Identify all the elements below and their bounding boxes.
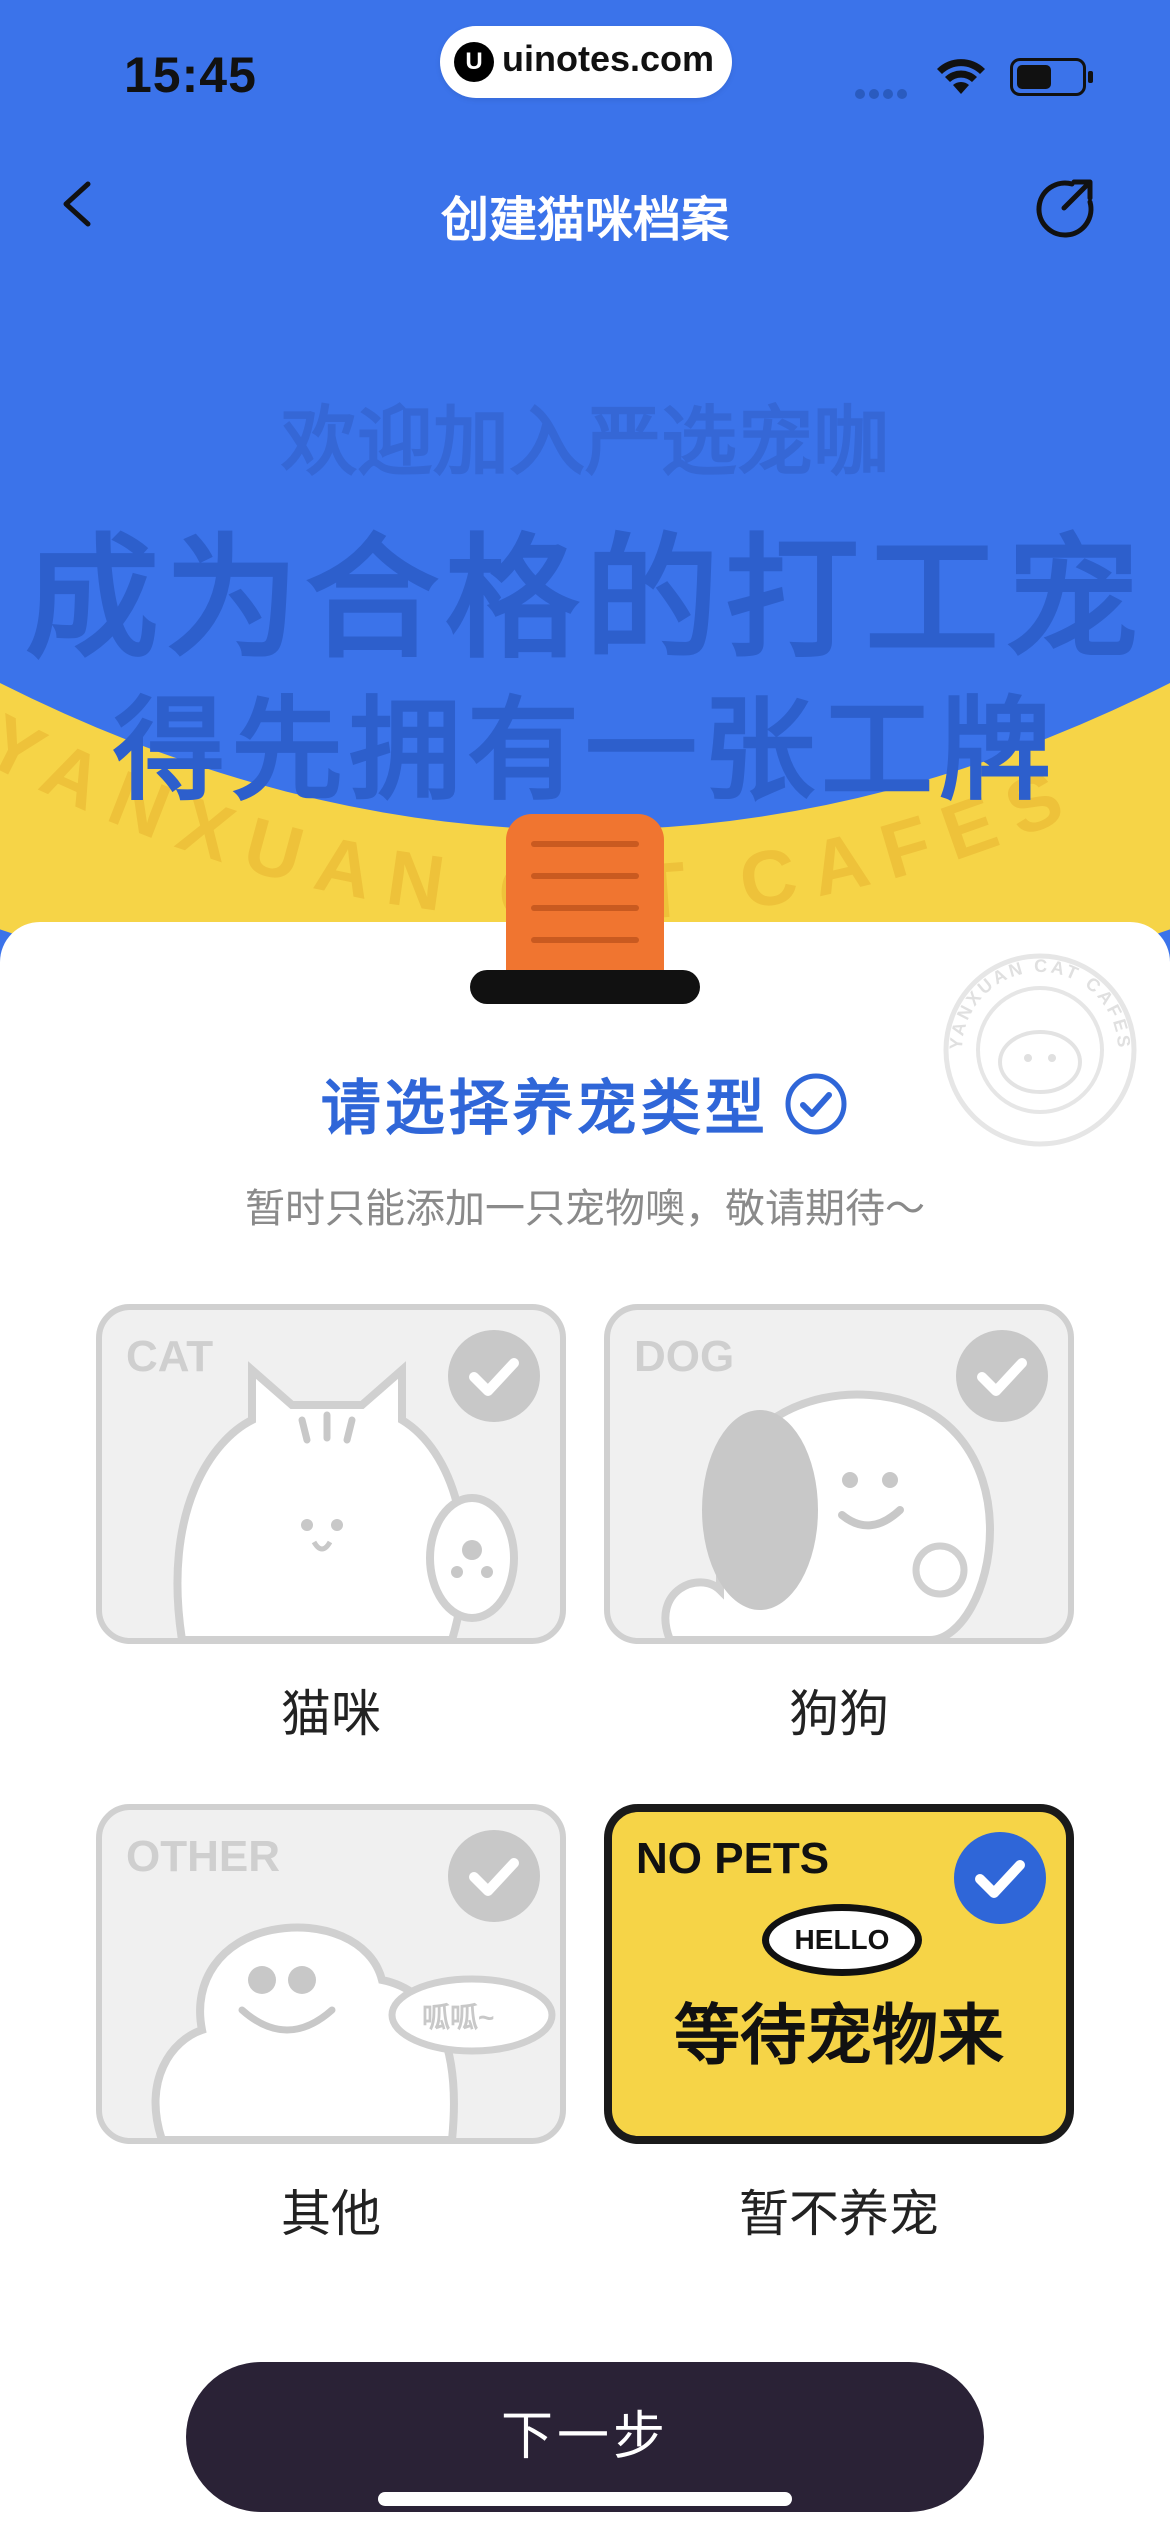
check-icon <box>954 1832 1046 1924</box>
wifi-icon <box>937 59 985 94</box>
cat-illustration <box>173 1361 518 1638</box>
url-text: uinotes.com <box>502 38 715 79</box>
option-card-no-pets[interactable]: NO PETS HELLO 等待宠物来 <box>604 1804 1074 2144</box>
option-label: 狗狗 <box>789 1686 889 1742</box>
waiting-text: 等待宠物来 <box>674 1998 1004 2072</box>
site-logo-icon: U <box>454 42 494 82</box>
dog-illustration <box>661 1390 995 1638</box>
share-icon[interactable] <box>1030 172 1100 242</box>
frog-illustration <box>151 1923 556 2138</box>
section-title: 请选择养宠类型 <box>320 1075 769 1142</box>
badge-clip-icon <box>470 814 700 1004</box>
status-time: 15:45 <box>124 47 257 103</box>
next-button[interactable]: 下一步 <box>186 2362 984 2512</box>
page-title: 创建猫咪档案 <box>440 194 729 247</box>
option-tag: NO PETS <box>636 1834 830 1883</box>
battery-icon <box>1010 58 1093 96</box>
option-card-cat[interactable]: CAT <box>96 1304 566 1644</box>
status-bar: 15:45 U uinotes.com <box>0 0 1170 140</box>
section-heading: 请选择养宠类型 <box>0 1060 1170 1147</box>
section-subtitle: 暂时只能添加一只宠物噢，敬请期待～ <box>245 1187 925 1231</box>
nav-bar: 创建猫咪档案 <box>0 160 1170 260</box>
url-pill[interactable]: U uinotes.com <box>440 26 732 98</box>
bubble-text: 呱呱~ <box>422 2002 495 2033</box>
signal-icon <box>855 86 915 99</box>
hero-headline: 成为合格的打工宠 <box>24 525 1145 674</box>
check-circle-icon <box>785 1073 847 1134</box>
hero-subheadline: 得先拥有一张工牌 <box>113 688 1057 813</box>
svg-text:YANXUAN CAT CAFES: YANXUAN CAT CAFES <box>946 956 1135 1051</box>
option-label: 暂不养宠 <box>739 2186 939 2242</box>
option-label: 其他 <box>281 2186 381 2242</box>
hello-badge: HELLO <box>762 1904 922 1976</box>
option-label: 猫咪 <box>281 1686 381 1742</box>
option-card-other[interactable]: OTHER 呱呱~ <box>96 1804 566 2144</box>
home-indicator <box>378 2492 792 2506</box>
option-card-dog[interactable]: DOG <box>604 1304 1074 1644</box>
hero-welcome-text: 欢迎加入严选宠咖 <box>281 400 889 485</box>
